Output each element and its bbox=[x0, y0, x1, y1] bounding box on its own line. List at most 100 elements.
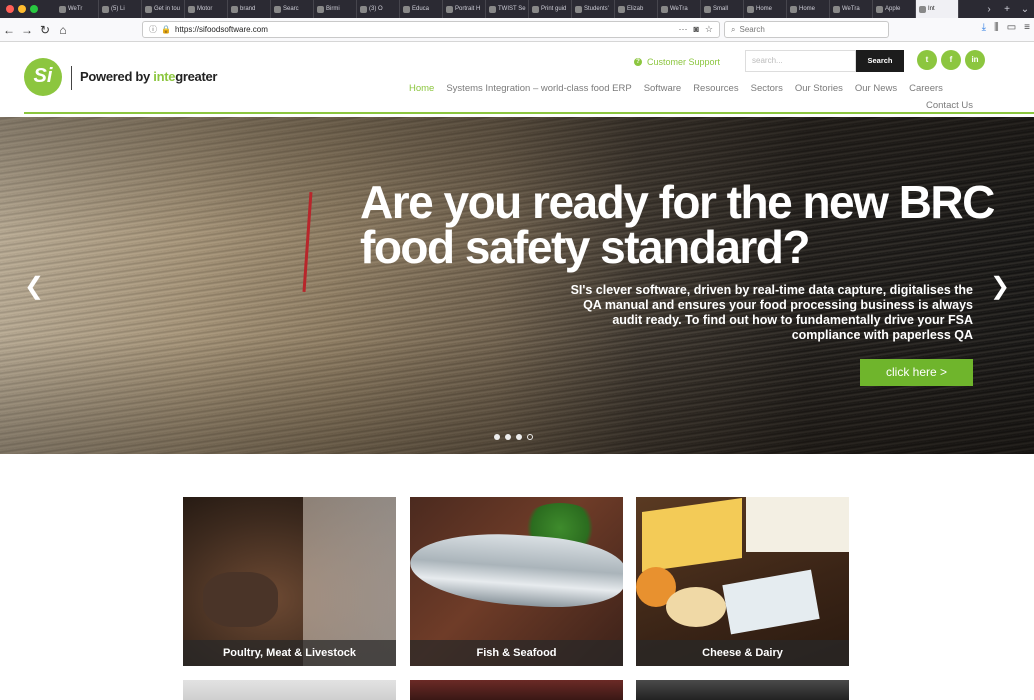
pocket-icon[interactable]: ◙ bbox=[693, 24, 698, 35]
browser-tab[interactable]: TWIST Se bbox=[486, 0, 529, 18]
tab-label: Motor bbox=[197, 6, 213, 12]
tab-label: brand bbox=[240, 6, 256, 12]
forward-button[interactable]: → bbox=[18, 23, 36, 37]
browser-tab[interactable]: WeTra bbox=[830, 0, 873, 18]
browser-tab[interactable]: brand bbox=[228, 0, 271, 18]
browser-tab[interactable]: WeTr bbox=[56, 0, 99, 18]
tab-label: Searc bbox=[283, 6, 299, 12]
site-search-input[interactable]: search... bbox=[745, 50, 856, 72]
url-text[interactable]: https://sifoodsoftware.com bbox=[175, 25, 268, 34]
nav-our-news[interactable]: Our News bbox=[855, 83, 897, 94]
browser-tab[interactable]: Int bbox=[916, 0, 959, 18]
browser-tab[interactable]: Small bbox=[701, 0, 744, 18]
social-links: t f in bbox=[917, 50, 985, 70]
browser-tab[interactable]: Portrait H bbox=[443, 0, 486, 18]
site-search-button[interactable]: Search bbox=[856, 50, 904, 72]
logo-wordmark[interactable]: Powered by integreater bbox=[80, 69, 217, 84]
browser-tab[interactable]: Home bbox=[787, 0, 830, 18]
bookmark-star-icon[interactable]: ☆ bbox=[705, 24, 713, 35]
tab-favicon-icon bbox=[833, 5, 840, 13]
toolbar-icons: ⤓ ⫼ ▭ ≡ bbox=[982, 22, 1030, 33]
browser-tab[interactable]: (3) O bbox=[357, 0, 400, 18]
tab-label: Home bbox=[756, 6, 773, 12]
sector-tile-fish[interactable]: Fish & Seafood bbox=[410, 497, 623, 666]
slider-dot-4[interactable] bbox=[527, 434, 533, 440]
info-icon[interactable]: ⓘ bbox=[149, 24, 157, 35]
reload-button[interactable]: ↻ bbox=[36, 23, 54, 37]
header-divider bbox=[24, 112, 1034, 114]
slider-dot-1[interactable] bbox=[494, 434, 500, 440]
sector-tile-row2-1[interactable] bbox=[183, 680, 396, 700]
minimize-window-button[interactable] bbox=[18, 5, 26, 13]
bread-image bbox=[666, 587, 726, 627]
linkedin-icon[interactable]: in bbox=[965, 50, 985, 70]
close-window-button[interactable] bbox=[6, 5, 14, 13]
nav-home[interactable]: Home bbox=[409, 83, 434, 94]
nav-our-stories[interactable]: Our Stories bbox=[795, 83, 843, 94]
si-logo-mark[interactable]: Si bbox=[24, 58, 62, 96]
new-tab-button[interactable]: + bbox=[998, 4, 1016, 15]
tab-favicon-icon bbox=[661, 5, 668, 13]
slider-dot-2[interactable] bbox=[505, 434, 511, 440]
cheese-image bbox=[746, 497, 849, 552]
tab-favicon-icon bbox=[704, 5, 711, 13]
download-icon[interactable]: ⤓ bbox=[982, 22, 986, 33]
zoom-window-button[interactable] bbox=[30, 5, 38, 13]
facebook-icon[interactable]: f bbox=[941, 50, 961, 70]
browser-tab[interactable]: Searc bbox=[271, 0, 314, 18]
tab-favicon-icon bbox=[575, 5, 582, 13]
tab-favicon-icon bbox=[102, 5, 109, 13]
tab-favicon-icon bbox=[317, 5, 324, 13]
browser-tab[interactable]: Apple bbox=[873, 0, 916, 18]
twitter-icon[interactable]: t bbox=[917, 50, 937, 70]
browser-search-field[interactable]: ⌕ Search bbox=[724, 21, 889, 38]
customer-support-link[interactable]: ? Customer Support bbox=[634, 57, 720, 67]
logo-divider bbox=[71, 66, 72, 90]
nav-software[interactable]: Software bbox=[644, 83, 682, 94]
tab-scroll-right-icon[interactable]: › bbox=[980, 4, 998, 15]
browser-tab[interactable]: Students' bbox=[572, 0, 615, 18]
menu-icon[interactable]: ≡ bbox=[1024, 22, 1030, 33]
home-button[interactable]: ⌂ bbox=[54, 23, 72, 37]
sector-tile-cheese[interactable]: Cheese & Dairy bbox=[636, 497, 849, 666]
browser-search-placeholder: Search bbox=[739, 25, 765, 34]
nav-contact-us[interactable]: Contact Us bbox=[926, 100, 973, 111]
tab-label: Portrait H bbox=[455, 6, 481, 12]
cheese-image bbox=[642, 497, 742, 573]
browser-tab[interactable]: Get in tou bbox=[142, 0, 185, 18]
nav-careers[interactable]: Careers bbox=[909, 83, 943, 94]
library-icon[interactable]: ⫼ bbox=[994, 22, 999, 33]
browser-tab[interactable]: Print guid bbox=[529, 0, 572, 18]
lock-icon: 🔒 bbox=[161, 25, 171, 34]
browser-tab[interactable]: (5) Li bbox=[99, 0, 142, 18]
logo-accent: inte bbox=[153, 69, 176, 84]
back-button[interactable]: ← bbox=[0, 23, 18, 37]
hero-cta-button[interactable]: click here > bbox=[860, 359, 973, 386]
browser-tab[interactable]: Birmi bbox=[314, 0, 357, 18]
tab-label: Students' bbox=[584, 6, 609, 12]
slider-dot-3[interactable] bbox=[516, 434, 522, 440]
sector-label-fish: Fish & Seafood bbox=[410, 640, 623, 666]
browser-tab[interactable]: Elizab bbox=[615, 0, 658, 18]
hero-title: Are you ready for the new BRC food safet… bbox=[360, 176, 995, 273]
sector-tile-row2-2[interactable] bbox=[410, 680, 623, 700]
customer-support-label: Customer Support bbox=[647, 57, 721, 67]
nav-systems-integration[interactable]: Systems Integration – world-class food E… bbox=[446, 83, 631, 94]
browser-tab[interactable]: WeTra bbox=[658, 0, 701, 18]
browser-tab[interactable]: Educa bbox=[400, 0, 443, 18]
slider-prev-icon[interactable]: ❮ bbox=[24, 272, 44, 301]
nav-sectors[interactable]: Sectors bbox=[751, 83, 783, 94]
search-icon: ⌕ bbox=[731, 24, 736, 34]
sidebar-icon[interactable]: ▭ bbox=[1007, 22, 1016, 33]
slider-next-icon[interactable]: ❯ bbox=[990, 272, 1010, 301]
nav-resources[interactable]: Resources bbox=[693, 83, 738, 94]
tab-favicon-icon bbox=[790, 5, 797, 13]
sector-tile-poultry[interactable]: Poultry, Meat & Livestock bbox=[183, 497, 396, 666]
tab-favicon-icon bbox=[403, 5, 410, 13]
sector-tile-row2-3[interactable] bbox=[636, 680, 849, 700]
browser-tab[interactable]: Motor bbox=[185, 0, 228, 18]
browser-tab[interactable]: Home bbox=[744, 0, 787, 18]
tab-list-icon[interactable]: ⌄ bbox=[1016, 4, 1034, 15]
url-bar[interactable]: ⓘ 🔒 https://sifoodsoftware.com ··· ◙ ☆ bbox=[142, 21, 720, 38]
page-actions-icon[interactable]: ··· bbox=[678, 24, 687, 35]
